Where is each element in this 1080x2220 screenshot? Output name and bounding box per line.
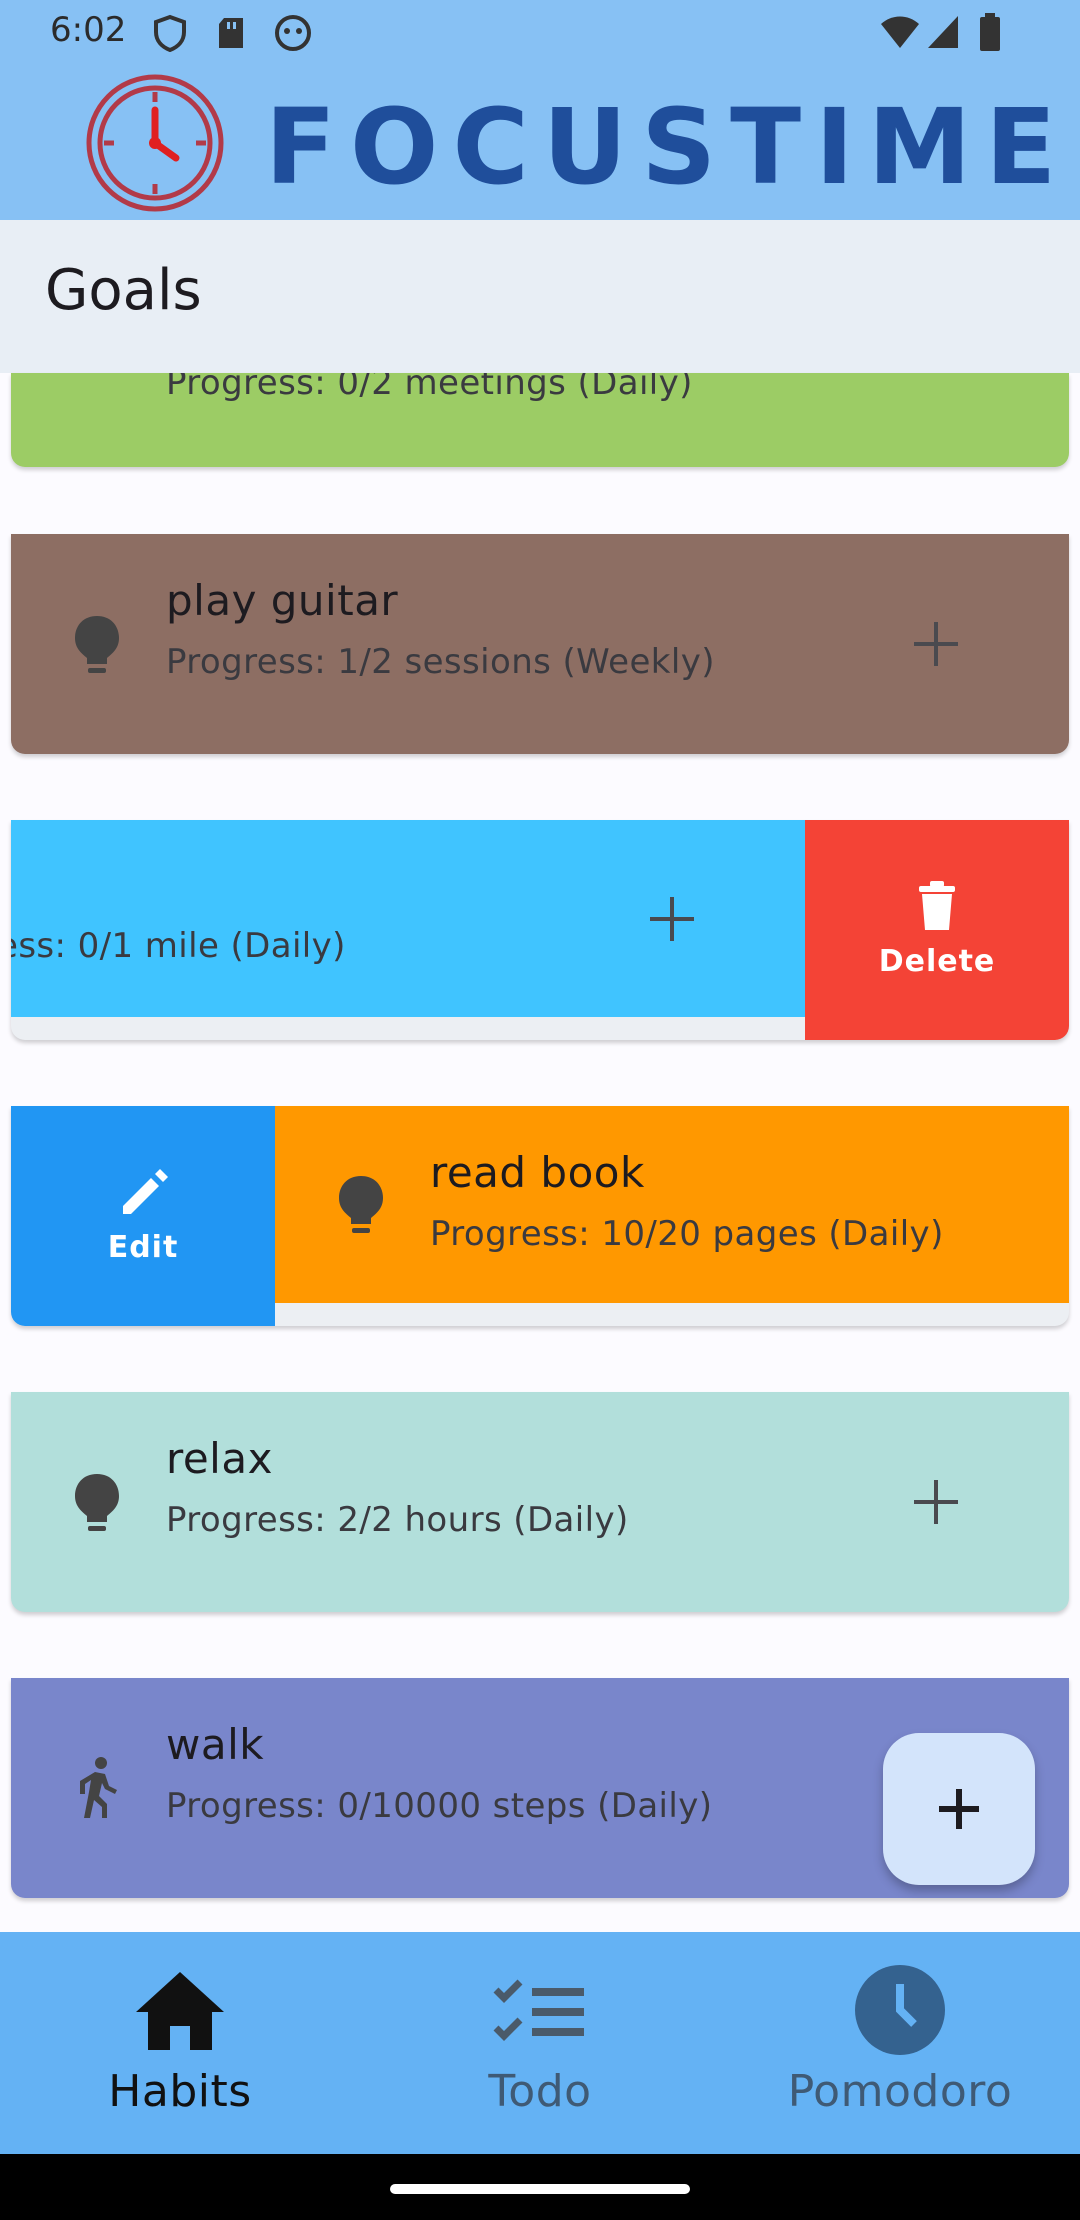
home-indicator[interactable] (390, 2184, 690, 2194)
lightbulb-icon (339, 1176, 383, 1233)
goal-progress: ess: 0/1 mile (Daily) (11, 926, 346, 966)
status-bar: 6:02 (0, 0, 1080, 64)
nav-tab-pomodoro[interactable]: Pomodoro (720, 1932, 1080, 2154)
goal-card-read-book[interactable]: Edit read book Progress: 10/20 pages (Da… (11, 1106, 1069, 1326)
goal-card-content[interactable]: ess: 0/1 mile (Daily) (11, 820, 805, 1017)
goal-name: play guitar (166, 576, 399, 625)
plus-icon (939, 1789, 979, 1829)
pencil-icon (123, 1169, 168, 1214)
logo-wordmark: FOCUSTIME (265, 86, 1071, 208)
shield-icon (154, 14, 186, 52)
nav-label: Pomodoro (787, 2066, 1013, 2117)
goal-card-relax[interactable]: relax Progress: 2/2 hours (Daily) (11, 1392, 1069, 1612)
clock-icon (855, 1965, 945, 2055)
add-goal-button[interactable] (883, 1733, 1035, 1885)
goal-card-mile[interactable]: ess: 0/1 mile (Daily) Delete (11, 820, 1069, 1040)
lightbulb-icon (75, 616, 119, 673)
status-time: 6:02 (50, 10, 127, 50)
nav-label: Todo (488, 2066, 592, 2117)
goal-card-play-guitar[interactable]: play guitar Progress: 1/2 sessions (Week… (11, 534, 1069, 754)
walking-icon (80, 1757, 117, 1818)
clock-logo-icon (86, 74, 224, 212)
sd-card-icon (219, 18, 243, 48)
goal-name: relax (166, 1434, 273, 1483)
signal-icon (928, 16, 958, 48)
delete-action-button[interactable]: Delete (805, 820, 1069, 1040)
goal-progress: Progress: 0/10000 steps (Daily) (166, 1786, 713, 1826)
app-header: FOCUSTIME (0, 64, 1080, 220)
goal-progress: Progress: 2/2 hours (Daily) (166, 1500, 629, 1540)
goal-card-meetings[interactable]: Progress: 0/2 meetings (Daily) (11, 373, 1069, 467)
bottom-navigation: Habits Todo Pomodoro (0, 1932, 1080, 2154)
robot-icon (275, 15, 311, 51)
goal-name: walk (166, 1720, 265, 1769)
goal-progress: Progress: 1/2 sessions (Weekly) (166, 642, 715, 682)
trash-icon (919, 881, 955, 930)
goal-progress: Progress: 10/20 pages (Daily) (430, 1214, 944, 1254)
nav-label: Habits (108, 2066, 252, 2117)
edit-label: Edit (107, 1230, 179, 1265)
system-gesture-area (0, 2154, 1080, 2220)
page-title: Goals (45, 258, 202, 323)
battery-icon (980, 13, 1000, 51)
goal-progress: Progress: 0/2 meetings (Daily) (166, 373, 693, 403)
checklist-icon (493, 1979, 584, 2041)
goal-card-content[interactable]: read book Progress: 10/20 pages (Daily) (275, 1106, 1069, 1303)
goal-name: read book (430, 1148, 645, 1197)
increment-button[interactable] (642, 889, 702, 949)
increment-button[interactable] (906, 1472, 966, 1532)
edit-action-button[interactable]: Edit (11, 1106, 275, 1326)
lightbulb-icon (75, 1474, 119, 1531)
home-icon (136, 1972, 224, 2050)
delete-label: Delete (878, 944, 996, 979)
wifi-icon (881, 16, 919, 48)
increment-button[interactable] (906, 614, 966, 674)
nav-tab-todo[interactable]: Todo (360, 1932, 720, 2154)
nav-tab-habits[interactable]: Habits (0, 1932, 360, 2154)
